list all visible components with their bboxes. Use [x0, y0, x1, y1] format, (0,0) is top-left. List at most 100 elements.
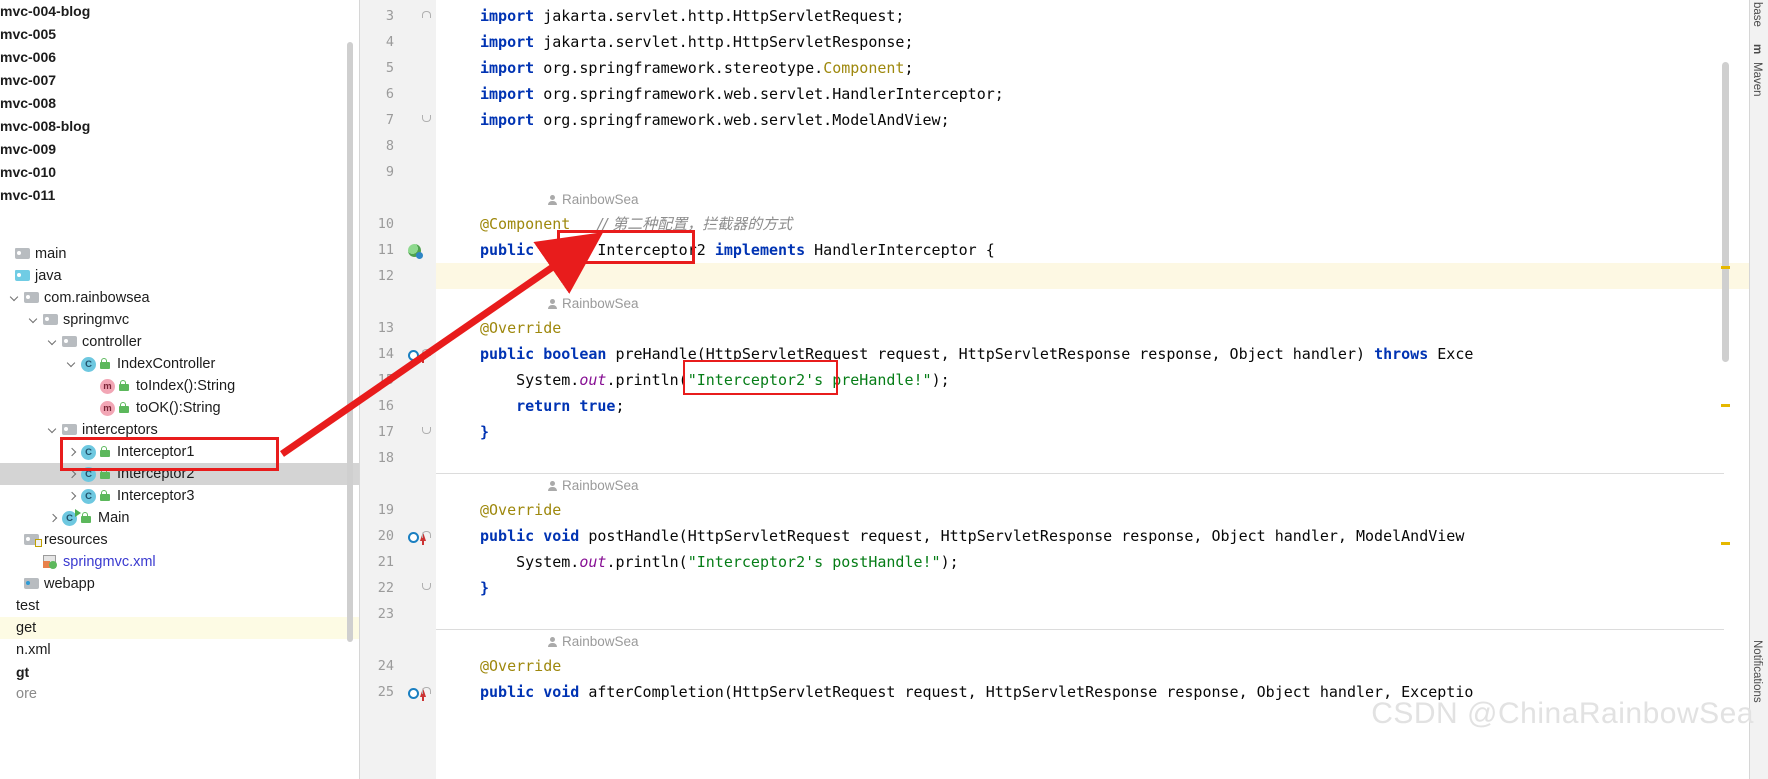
tree-node[interactable]: com.rainbowsea — [0, 287, 360, 309]
module-item[interactable]: mvc-010 — [0, 161, 360, 183]
tree-node[interactable]: C Main — [0, 507, 360, 529]
code-fold-toggle[interactable] — [422, 115, 431, 122]
module-item[interactable]: mvc-009 — [0, 138, 360, 160]
package-icon — [43, 314, 58, 326]
line-number: 5 — [385, 60, 394, 76]
code-line: return true; — [480, 393, 625, 419]
code-fold-toggle[interactable] — [422, 531, 431, 538]
gutter-row: 10 — [360, 211, 436, 237]
tree-node[interactable]: resources — [0, 529, 360, 551]
code-token: true — [579, 397, 616, 415]
tree-node-label: java — [35, 268, 62, 284]
tool-tab-maven[interactable]: Maven — [1751, 62, 1763, 97]
module-label: mvc-008-blog — [0, 118, 91, 134]
code-token: jakarta.servlet.http.HttpServletResponse… — [543, 33, 914, 51]
chevron-right-icon[interactable] — [66, 490, 79, 503]
tree-node[interactable]: C IndexController — [0, 353, 360, 375]
line-number: 21 — [377, 554, 394, 570]
code-text-area[interactable]: import jakarta.servlet.http.HttpServletR… — [436, 0, 1750, 779]
tree-node-label: toIndex():String — [136, 378, 236, 394]
tree-node[interactable]: n.xml — [0, 639, 360, 661]
module-item[interactable]: mvc-006 — [0, 46, 360, 68]
tree-node[interactable]: main — [0, 243, 360, 265]
code-fold-toggle[interactable] — [422, 687, 431, 694]
tree-node[interactable]: springmvc.xml — [0, 551, 360, 573]
tree-node[interactable]: springmvc — [0, 309, 360, 331]
code-fold-toggle[interactable] — [422, 349, 431, 356]
line-number: 13 — [377, 320, 394, 336]
code-fold-toggle[interactable] — [422, 427, 431, 434]
tree-node[interactable]: java — [0, 265, 360, 287]
chevron-right-icon[interactable] — [66, 468, 79, 481]
chevron-down-icon[interactable] — [9, 292, 22, 305]
tree-node[interactable]: interceptors — [0, 419, 360, 441]
module-item[interactable]: mvc-005 — [0, 23, 360, 45]
code-token: Component — [823, 59, 905, 77]
line-number: 9 — [385, 164, 394, 180]
class-icon: C — [81, 444, 96, 460]
project-tool-window[interactable]: mvc-004-blog mvc-005 mvc-006 mvc-007 mvc-008… — [0, 0, 360, 779]
tool-tab-notifications[interactable]: Notifications — [1751, 640, 1763, 703]
editor-gutter[interactable]: 3 4 5 6 7 8 9 10 11 12 13 14 15 16 17 18 19 20 21 22 23 24 25 — [360, 0, 436, 779]
editor-scrollbar[interactable] — [1722, 62, 1729, 362]
tree-node-label: ore — [16, 686, 37, 702]
tree-node[interactable]: m toIndex():String — [0, 375, 360, 397]
tree-node-label: interceptors — [82, 422, 158, 438]
tree-node-label: n.xml — [16, 642, 51, 658]
module-item[interactable]: mvc-007 — [0, 69, 360, 91]
gutter-row: 4 — [360, 29, 436, 55]
editor-marker[interactable] — [1721, 542, 1730, 545]
tree-node-label: main — [35, 246, 67, 262]
tree-node[interactable]: C Interceptor2 — [0, 463, 360, 485]
gutter-row: 5 — [360, 55, 436, 81]
chevron-down-icon[interactable] — [66, 358, 79, 371]
tree-node[interactable]: m toOK():String — [0, 397, 360, 419]
editor-marker[interactable] — [1721, 266, 1730, 269]
chevron-down-icon[interactable] — [47, 336, 60, 349]
gutter-row: 21 — [360, 549, 436, 575]
module-item[interactable]: mvc-008-blog — [0, 115, 360, 137]
spring-bean-icon[interactable] — [408, 242, 423, 261]
code-editor[interactable]: 3 4 5 6 7 8 9 10 11 12 13 14 15 16 17 18 19 20 21 22 23 24 25 … — [360, 0, 1750, 779]
tree-node[interactable]: get — [0, 617, 360, 639]
code-fold-toggle[interactable] — [422, 11, 431, 18]
tree-node[interactable]: test — [0, 595, 360, 617]
person-icon — [548, 481, 557, 491]
chevron-right-icon[interactable] — [47, 512, 60, 525]
code-token: // 第二种配置，拦截器的方式 — [597, 215, 793, 233]
code-token: import — [480, 59, 544, 77]
module-item[interactable]: mvc-004-blog — [0, 0, 360, 22]
editor-marker[interactable] — [1721, 404, 1730, 407]
tree-node[interactable]: gt — [0, 661, 360, 683]
module-item[interactable]: mvc-011 — [0, 184, 360, 206]
line-number: 24 — [377, 658, 394, 674]
code-token: Interceptor2 — [597, 241, 715, 259]
module-item[interactable]: mvc-008 — [0, 92, 360, 114]
tree-node[interactable]: controller — [0, 331, 360, 353]
tree-node[interactable]: C Interceptor1 — [0, 441, 360, 463]
right-tool-strip[interactable]: base m Maven Notifications — [1749, 0, 1768, 779]
code-token: import — [480, 7, 544, 25]
tree-node[interactable]: ore — [0, 683, 360, 705]
code-token: @Override — [480, 319, 562, 337]
code-author-tag: RainbowSea — [548, 189, 639, 211]
gutter-row: 20 — [360, 523, 436, 549]
tree-node[interactable]: webapp — [0, 573, 360, 595]
code-author-tag: RainbowSea — [548, 475, 639, 497]
gutter-row: 25 — [360, 679, 436, 705]
code-token: out — [579, 553, 607, 571]
chevron-right-icon[interactable] — [66, 446, 79, 459]
chevron-down-icon[interactable] — [28, 314, 41, 327]
tree-node[interactable]: C Interceptor3 — [0, 485, 360, 507]
tool-tab-base[interactable]: base — [1751, 2, 1763, 27]
tree-node-label: gt — [16, 664, 30, 680]
code-token: @Override — [480, 657, 562, 675]
sidebar-scrollbar[interactable] — [347, 42, 353, 642]
code-token: import — [480, 33, 544, 51]
chevron-down-icon[interactable] — [47, 424, 60, 437]
code-fold-toggle[interactable] — [422, 583, 431, 590]
code-token: ; — [615, 397, 625, 415]
code-token: class — [543, 241, 598, 259]
